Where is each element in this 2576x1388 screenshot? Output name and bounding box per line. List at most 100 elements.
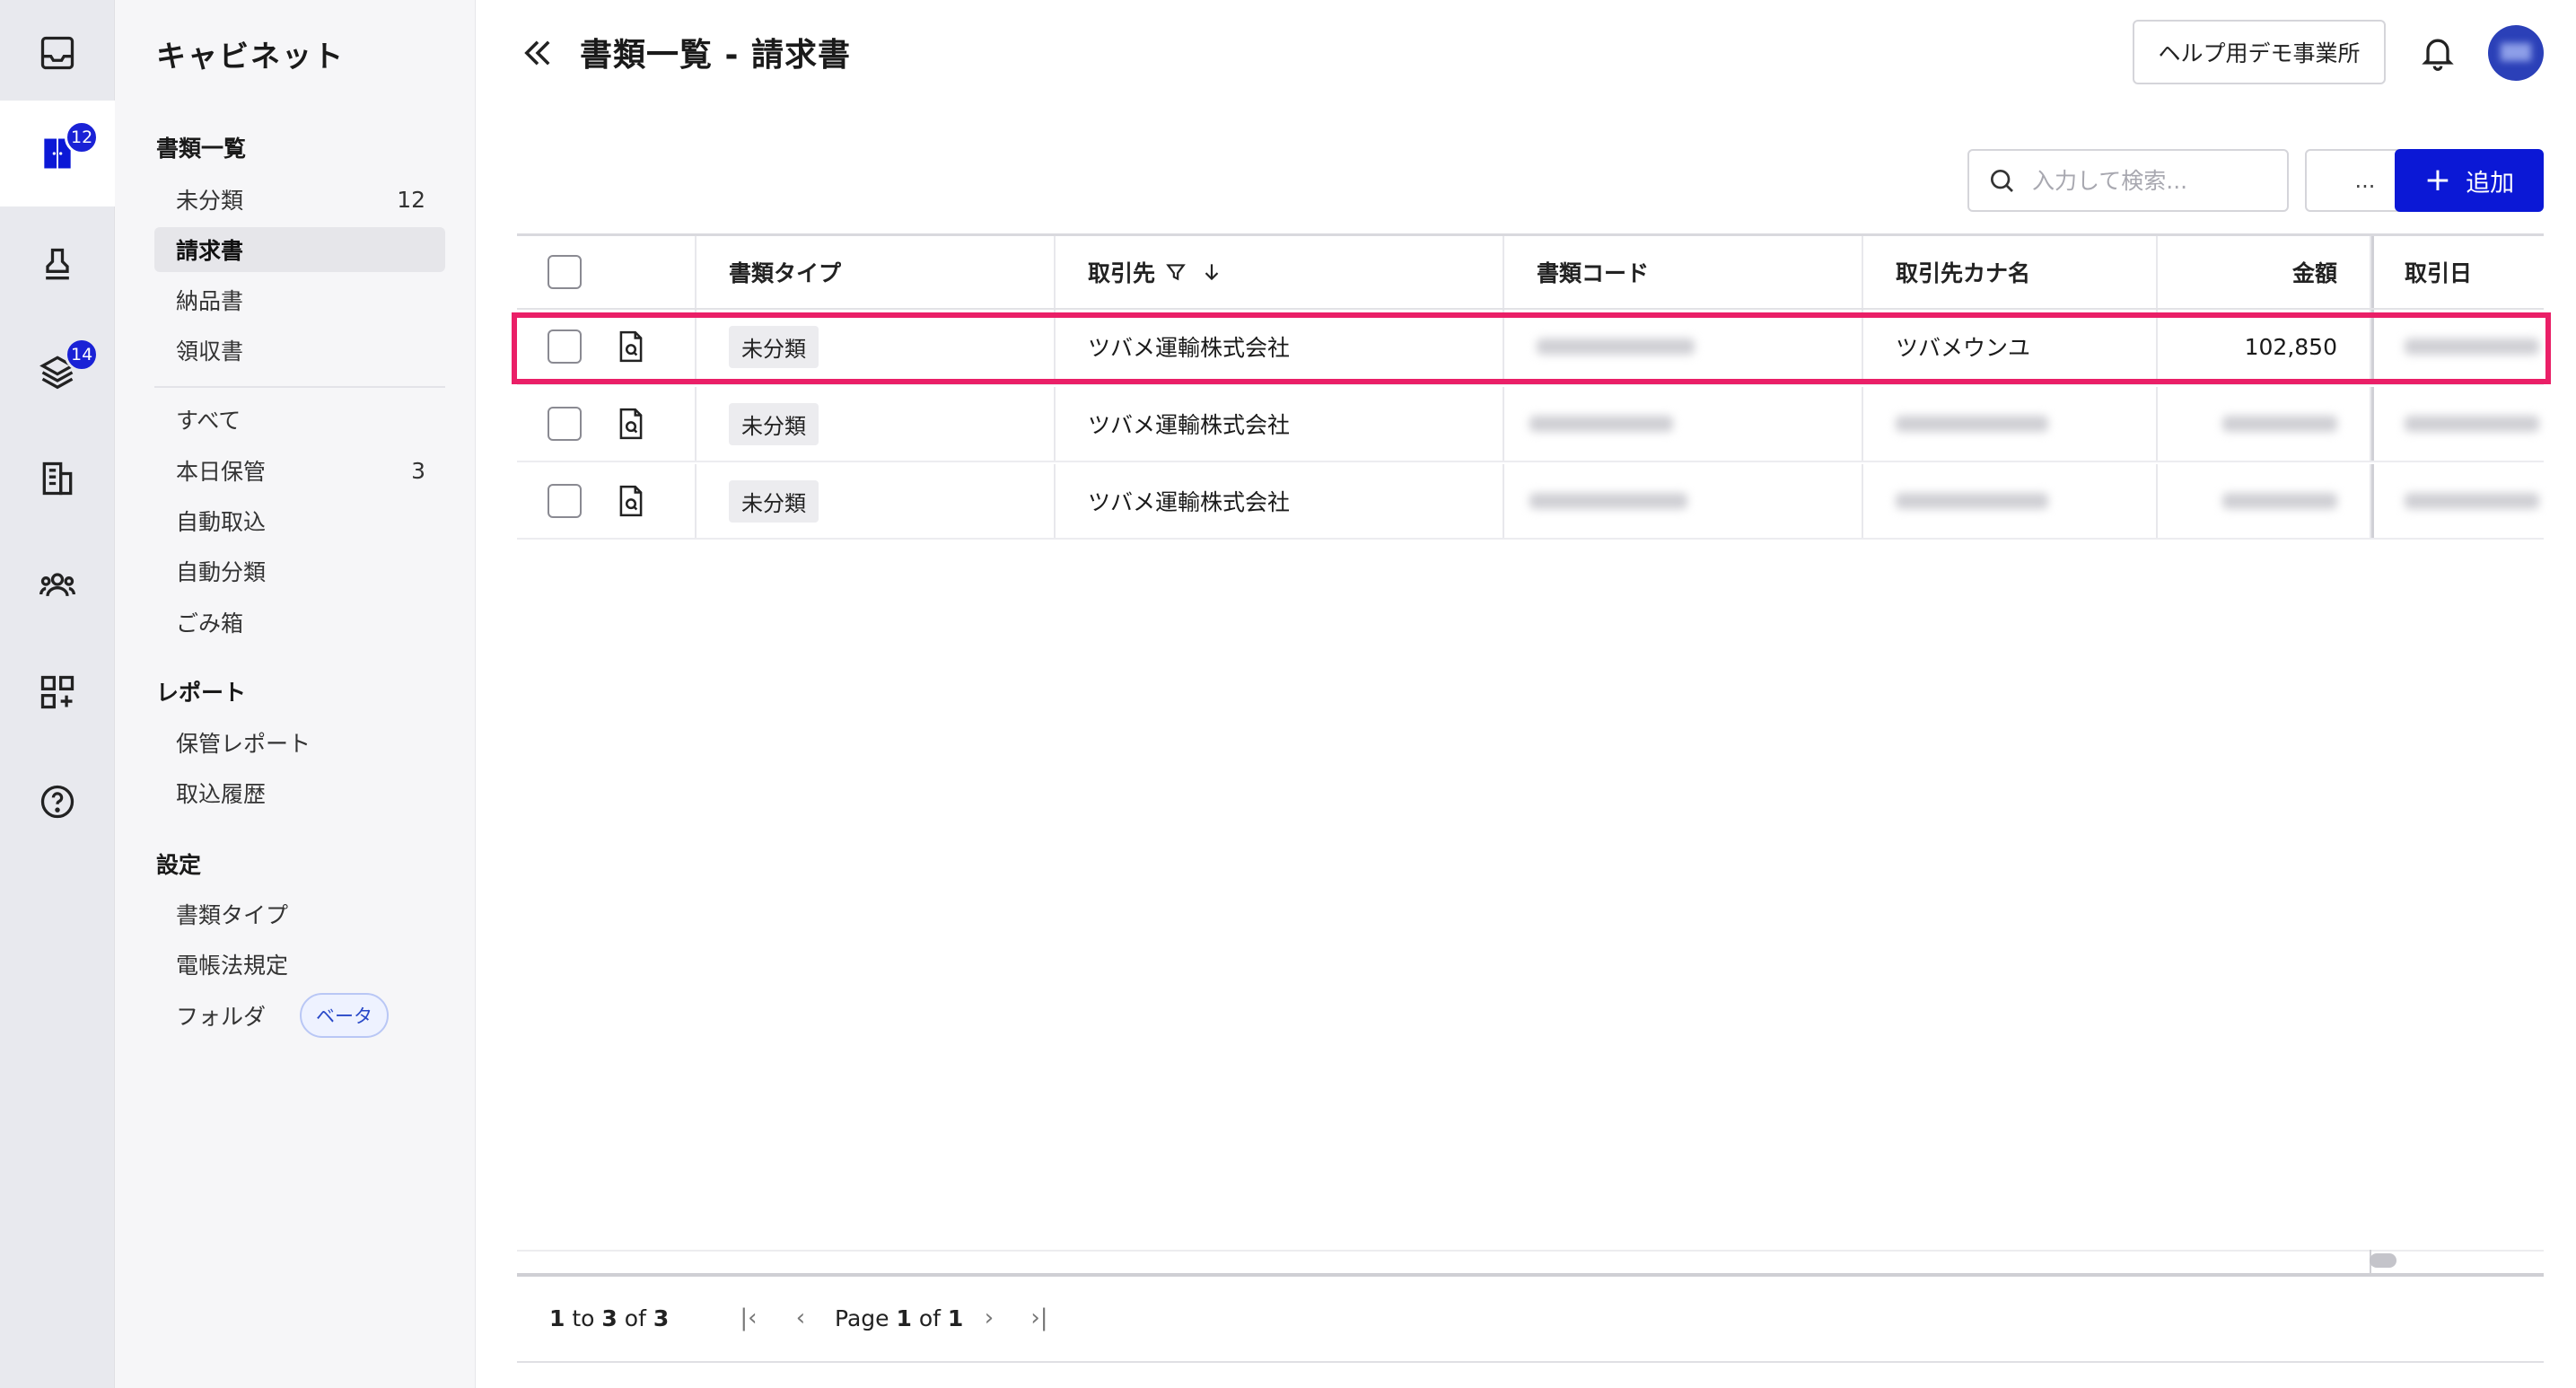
filter-icon[interactable] xyxy=(1164,260,1187,284)
last-page-icon[interactable]: ›| xyxy=(1025,1304,1054,1332)
type-cell: 未分類 xyxy=(697,387,1056,461)
redacted-kana xyxy=(1896,416,2048,432)
search-input[interactable] xyxy=(2032,167,2274,194)
kana-cell xyxy=(1863,387,2158,461)
search-icon xyxy=(1991,170,2013,192)
document-preview-icon[interactable] xyxy=(614,483,648,519)
search-box[interactable] xyxy=(1967,149,2289,212)
stamp-icon xyxy=(46,248,69,280)
add-button-label: 追加 xyxy=(2466,169,2515,198)
column-header-label: 書類コード xyxy=(1537,260,1650,286)
sidebar-item-today[interactable]: 本日保管 3 xyxy=(154,448,445,493)
pager-from: 1 xyxy=(549,1305,565,1331)
type-cell: 未分類 xyxy=(697,464,1056,538)
rail-cabinet[interactable]: 12 xyxy=(0,101,115,206)
avatar[interactable] xyxy=(2488,25,2544,81)
document-preview-icon[interactable] xyxy=(614,406,648,442)
rail-help[interactable] xyxy=(0,749,115,855)
redacted-date xyxy=(2405,338,2539,355)
table-row[interactable]: 未分類 ツバメ運輸株式会社 ツバメウンユ 102,850 xyxy=(517,310,2544,385)
sidebar-item-label: 領収書 xyxy=(176,338,244,365)
help-icon xyxy=(40,785,74,819)
rail-users[interactable] xyxy=(0,531,115,637)
column-header-label: 取引日 xyxy=(2405,260,2473,286)
page-total: 1 xyxy=(947,1305,964,1331)
collapse-sidebar-icon[interactable] xyxy=(519,34,556,72)
sidebar-item-auto-import[interactable]: 自動取込 xyxy=(154,498,445,543)
column-header-label: 取引先カナ名 xyxy=(1896,260,2031,286)
redacted-date xyxy=(2405,416,2539,432)
sidebar-item-label: すべて xyxy=(176,408,241,434)
row-checkbox[interactable] xyxy=(548,407,582,441)
column-header-kana[interactable]: 取引先カナ名 xyxy=(1863,236,2158,308)
pager-summary: 1 to 3 of 3 xyxy=(549,1305,669,1331)
column-header-label: 金額 xyxy=(2291,260,2337,286)
sidebar-item-receipt[interactable]: 領収書 xyxy=(154,328,445,373)
type-tag: 未分類 xyxy=(729,402,819,445)
sidebar-item-all[interactable]: すべて xyxy=(154,397,445,442)
row-checkbox[interactable] xyxy=(548,329,582,364)
kana-cell xyxy=(1863,464,2158,538)
sidebar-item-label: 自動取込 xyxy=(176,509,267,535)
sidebar-divider xyxy=(154,386,445,388)
sidebar-item-folder[interactable]: フォルダ ベータ xyxy=(154,993,445,1038)
column-header-code[interactable]: 書類コード xyxy=(1504,236,1863,308)
rail-apps[interactable] xyxy=(0,639,115,745)
row-check-cell xyxy=(517,464,697,538)
column-header-partner[interactable]: 取引先 xyxy=(1056,236,1504,308)
row-check-cell xyxy=(517,310,697,383)
icon-rail: 12 14 xyxy=(0,0,115,1388)
column-header-amount[interactable]: 金額 xyxy=(2158,236,2371,308)
date-cell xyxy=(2371,464,2544,538)
users-icon xyxy=(39,573,75,597)
rail-stack[interactable]: 14 xyxy=(0,318,115,424)
sidebar-item-invoice[interactable]: 請求書 xyxy=(154,227,445,272)
kana-cell: ツバメウンユ xyxy=(1863,310,2158,383)
apps-icon xyxy=(40,675,74,709)
sidebar-item-trash[interactable]: ごみ箱 xyxy=(154,600,445,645)
rail-company[interactable] xyxy=(0,426,115,531)
prev-page-icon[interactable]: ‹ xyxy=(786,1304,815,1332)
sidebar-item-label: 請求書 xyxy=(176,238,244,264)
section-settings: 設定 xyxy=(156,852,202,878)
page-indicator: Page 1 of 1 xyxy=(835,1305,963,1331)
pager-to-word: to xyxy=(572,1305,595,1331)
sidebar-item-auto-classify[interactable]: 自動分類 xyxy=(154,549,445,593)
bell-icon[interactable] xyxy=(2418,32,2458,72)
row-checkbox[interactable] xyxy=(548,484,582,518)
rail-stamp[interactable] xyxy=(0,212,115,318)
inbox-icon xyxy=(40,36,74,70)
select-all-checkbox[interactable] xyxy=(548,255,582,289)
rail-inbox[interactable] xyxy=(0,0,115,106)
document-preview-icon[interactable] xyxy=(614,329,648,365)
office-switch-button[interactable]: ヘルプ用デモ事業所 xyxy=(2133,20,2386,84)
page-current: 1 xyxy=(896,1305,912,1331)
sort-down-icon[interactable] xyxy=(1200,260,1223,284)
sidebar-item-unclassified[interactable]: 未分類 12 xyxy=(154,177,445,222)
partner-cell: ツバメ運輸株式会社 xyxy=(1056,464,1504,538)
sidebar-item-eba[interactable]: 電帳法規定 xyxy=(154,942,445,987)
beta-badge: ベータ xyxy=(300,993,390,1038)
sidebar-title: キャビネット xyxy=(156,39,345,74)
sidebar-item-label: 本日保管 xyxy=(176,459,267,485)
type-tag: 未分類 xyxy=(729,325,819,368)
horizontal-scrollbar-track xyxy=(517,1250,2544,1252)
date-cell xyxy=(2371,387,2544,461)
column-header-label: 書類タイプ xyxy=(729,260,842,286)
table-row[interactable]: 未分類 ツバメ運輸株式会社 xyxy=(517,387,2544,462)
sidebar-item-storage-report[interactable]: 保管レポート xyxy=(154,720,445,765)
horizontal-scrollbar-thumb[interactable] xyxy=(2370,1253,2396,1268)
sidebar-item-doc-type[interactable]: 書類タイプ xyxy=(154,892,445,936)
sidebar-item-delivery[interactable]: 納品書 xyxy=(154,277,445,322)
add-button[interactable]: + 追加 xyxy=(2395,149,2544,212)
column-header-type[interactable]: 書類タイプ xyxy=(697,236,1056,308)
sidebar-item-label: 納品書 xyxy=(176,288,244,314)
column-header-date[interactable]: 取引日 xyxy=(2371,236,2544,308)
redacted-amount xyxy=(2222,416,2337,432)
pager-of-word: of xyxy=(624,1305,646,1331)
table-row[interactable]: 未分類 ツバメ運輸株式会社 xyxy=(517,464,2544,540)
next-page-icon[interactable]: › xyxy=(975,1304,1003,1332)
row-check-cell xyxy=(517,387,697,461)
first-page-icon[interactable]: |‹ xyxy=(734,1304,763,1332)
sidebar-item-import-history[interactable]: 取込履歴 xyxy=(154,770,445,815)
